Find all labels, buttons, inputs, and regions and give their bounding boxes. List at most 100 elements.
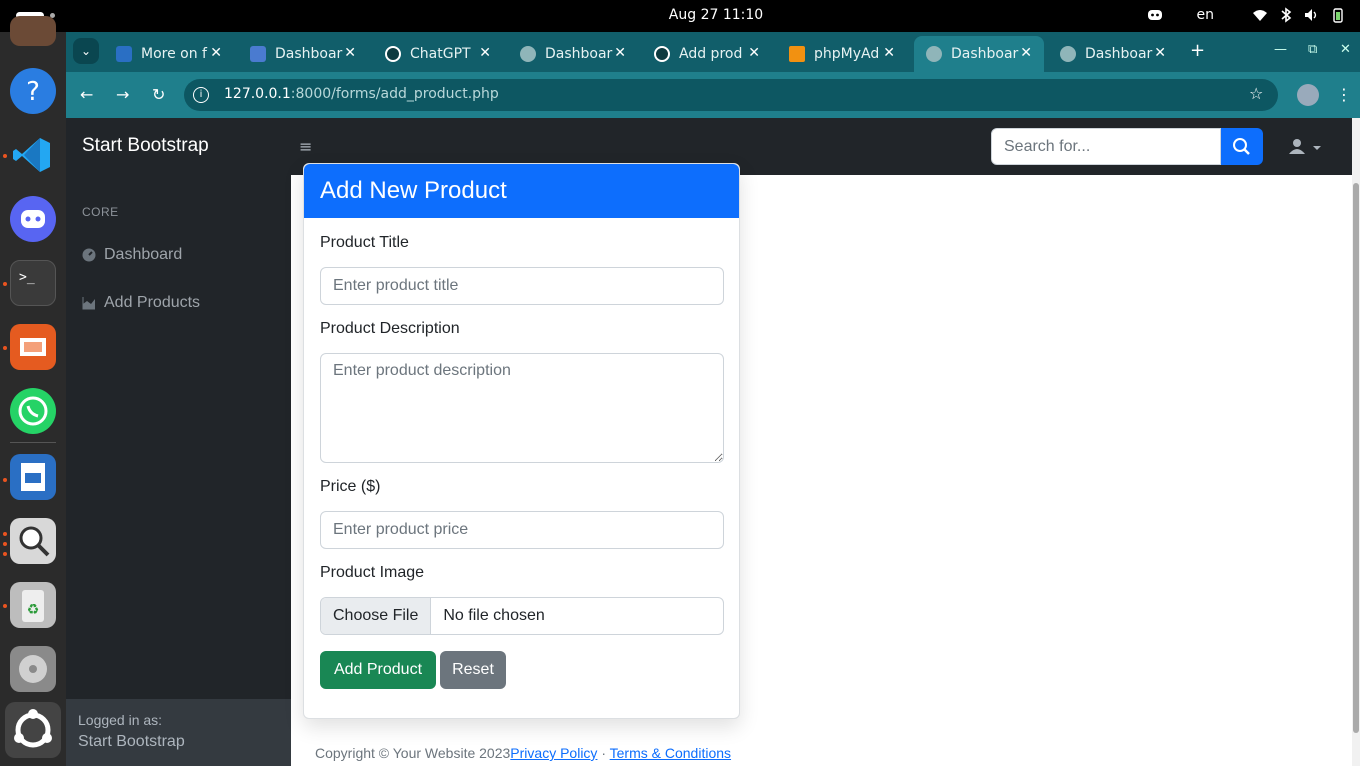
search-input[interactable] xyxy=(991,128,1221,165)
ubuntu-dock: ? >_ ♻ xyxy=(0,16,66,766)
browser-window: ⌄ More on f ✕ Dashboar ✕ ChatGPT ✕ Dashboar… xyxy=(66,32,1360,118)
svg-text:?: ? xyxy=(26,77,40,107)
impress-icon[interactable] xyxy=(10,324,56,370)
disc-icon[interactable] xyxy=(10,646,56,692)
bookmark-star-icon[interactable]: ☆ xyxy=(1249,84,1263,103)
product-description-textarea[interactable] xyxy=(320,353,724,463)
chatgpt-favicon-icon xyxy=(385,46,401,62)
terms-link[interactable]: Terms & Conditions xyxy=(610,745,731,761)
tab-search-button[interactable]: ⌄ xyxy=(73,38,99,64)
price-input[interactable] xyxy=(320,511,724,549)
privacy-policy-link[interactable]: Privacy Policy xyxy=(510,745,597,761)
app-icon-partial[interactable] xyxy=(10,16,56,46)
price-label: Price ($) xyxy=(320,478,381,495)
tab-8[interactable]: Dashboar ✕ xyxy=(1048,36,1178,72)
site-info-icon[interactable]: i xyxy=(193,87,209,103)
volume-icon[interactable] xyxy=(1304,7,1320,23)
menu-kebab-icon[interactable]: ⋮ xyxy=(1336,85,1352,104)
globe-icon xyxy=(926,46,942,62)
vscode-icon[interactable] xyxy=(10,132,56,178)
sidebar-item-dashboard[interactable]: Dashboard xyxy=(82,246,182,264)
close-icon[interactable]: ✕ xyxy=(479,45,491,61)
show-apps-icon[interactable] xyxy=(5,702,61,758)
close-window-button[interactable]: ✕ xyxy=(1340,42,1351,57)
product-title-label: Product Title xyxy=(320,234,409,251)
svg-text:♻: ♻ xyxy=(27,602,40,618)
system-top-bar: Aug 27 11:10 en xyxy=(0,0,1360,32)
sidebar-footer: Logged in as: Start Bootstrap xyxy=(66,699,291,766)
tab-5[interactable]: Add prod ✕ xyxy=(642,36,772,72)
main-content: Add New Product Product Title Product De… xyxy=(291,163,1352,766)
help-icon[interactable]: ? xyxy=(10,68,56,114)
profile-avatar[interactable] xyxy=(1297,84,1319,106)
maximize-button[interactable]: ⧉ xyxy=(1308,42,1317,57)
wifi-icon[interactable] xyxy=(1252,7,1268,23)
tab-2[interactable]: Dashboar ✕ xyxy=(238,36,368,72)
navbar-brand[interactable]: Start Bootstrap xyxy=(82,135,209,157)
add-product-card: Add New Product Product Title Product De… xyxy=(303,163,740,719)
product-image-label: Product Image xyxy=(320,564,425,581)
system-tray[interactable]: en xyxy=(1147,7,1347,23)
close-icon[interactable]: ✕ xyxy=(1154,45,1166,61)
web-page: Start Bootstrap ≡ CORE Dashboard Add Pro… xyxy=(66,118,1360,766)
discord-icon[interactable] xyxy=(10,196,56,242)
tab-6[interactable]: phpMyAd ✕ xyxy=(777,36,907,72)
logged-in-label: Logged in as: xyxy=(78,712,163,728)
chatgpt-favicon-icon xyxy=(654,46,670,62)
whatsapp-icon[interactable] xyxy=(10,388,56,434)
close-icon[interactable]: ✕ xyxy=(883,45,895,61)
writer-icon[interactable] xyxy=(10,454,56,500)
close-icon[interactable]: ✕ xyxy=(344,45,356,61)
video-favicon-icon xyxy=(116,46,132,62)
url-text[interactable]: 127.0.0.1:8000/forms/add_product.php xyxy=(224,86,499,102)
close-icon[interactable]: ✕ xyxy=(1020,45,1032,61)
close-icon[interactable]: ✕ xyxy=(748,45,760,61)
tachometer-icon xyxy=(82,248,96,262)
image-viewer-icon[interactable] xyxy=(10,518,56,564)
phpmyadmin-favicon-icon xyxy=(789,46,805,62)
product-description-label: Product Description xyxy=(320,320,460,337)
reload-icon[interactable]: ↻ xyxy=(152,85,165,104)
tab-3[interactable]: ChatGPT ✕ xyxy=(373,36,503,72)
back-icon[interactable]: ← xyxy=(80,85,93,104)
sidebar: CORE Dashboard Add Products Logged in as… xyxy=(66,175,291,766)
product-image-file-input[interactable]: Choose File No file chosen xyxy=(320,597,724,635)
battery-icon[interactable] xyxy=(1330,7,1346,23)
new-tab-button[interactable]: + xyxy=(1190,40,1205,61)
choose-file-button[interactable]: Choose File xyxy=(321,598,432,634)
file-status: No file chosen xyxy=(443,607,545,624)
bluetooth-icon[interactable] xyxy=(1278,7,1294,23)
page-scrollbar[interactable] xyxy=(1352,118,1360,766)
sidebar-heading: CORE xyxy=(82,205,119,219)
globe-icon xyxy=(1060,46,1076,62)
user-dropdown[interactable] xyxy=(1288,138,1324,160)
address-bar[interactable]: i 127.0.0.1:8000/forms/add_product.php xyxy=(184,79,1278,111)
minimize-button[interactable]: — xyxy=(1274,42,1287,57)
tab-strip: ⌄ More on f ✕ Dashboar ✕ ChatGPT ✕ Dashboar… xyxy=(66,32,1360,72)
svg-text:>_: >_ xyxy=(19,270,35,285)
globe-icon xyxy=(520,46,536,62)
logged-in-user: Start Bootstrap xyxy=(78,733,185,750)
sidebar-item-add-products[interactable]: Add Products xyxy=(82,294,200,312)
sidebar-toggle-icon[interactable]: ≡ xyxy=(299,137,312,156)
search-icon xyxy=(1233,138,1250,155)
close-icon[interactable]: ✕ xyxy=(614,45,626,61)
page-footer: Copyright © Your Website 2023Privacy Pol… xyxy=(315,745,732,761)
chart-area-icon xyxy=(82,296,96,310)
add-product-button[interactable]: Add Product xyxy=(320,651,436,689)
product-title-input[interactable] xyxy=(320,267,724,305)
close-icon[interactable]: ✕ xyxy=(210,45,222,61)
forward-icon[interactable]: → xyxy=(116,85,129,104)
reset-button[interactable]: Reset xyxy=(440,651,506,689)
scrollbar-thumb[interactable] xyxy=(1353,183,1359,733)
tab-1[interactable]: More on f ✕ xyxy=(104,36,234,72)
language-indicator[interactable]: en xyxy=(1197,7,1215,23)
discord-tray-icon[interactable] xyxy=(1147,7,1163,23)
search-button[interactable] xyxy=(1221,128,1263,165)
dashboard-favicon-icon xyxy=(250,46,266,62)
tab-7-active[interactable]: Dashboar ✕ xyxy=(914,36,1044,72)
tab-4[interactable]: Dashboar ✕ xyxy=(508,36,638,72)
trash-icon[interactable]: ♻ xyxy=(10,582,56,628)
terminal-icon[interactable]: >_ xyxy=(10,260,56,306)
toolbar: ← → ↻ i 127.0.0.1:8000/forms/add_product… xyxy=(66,72,1360,118)
